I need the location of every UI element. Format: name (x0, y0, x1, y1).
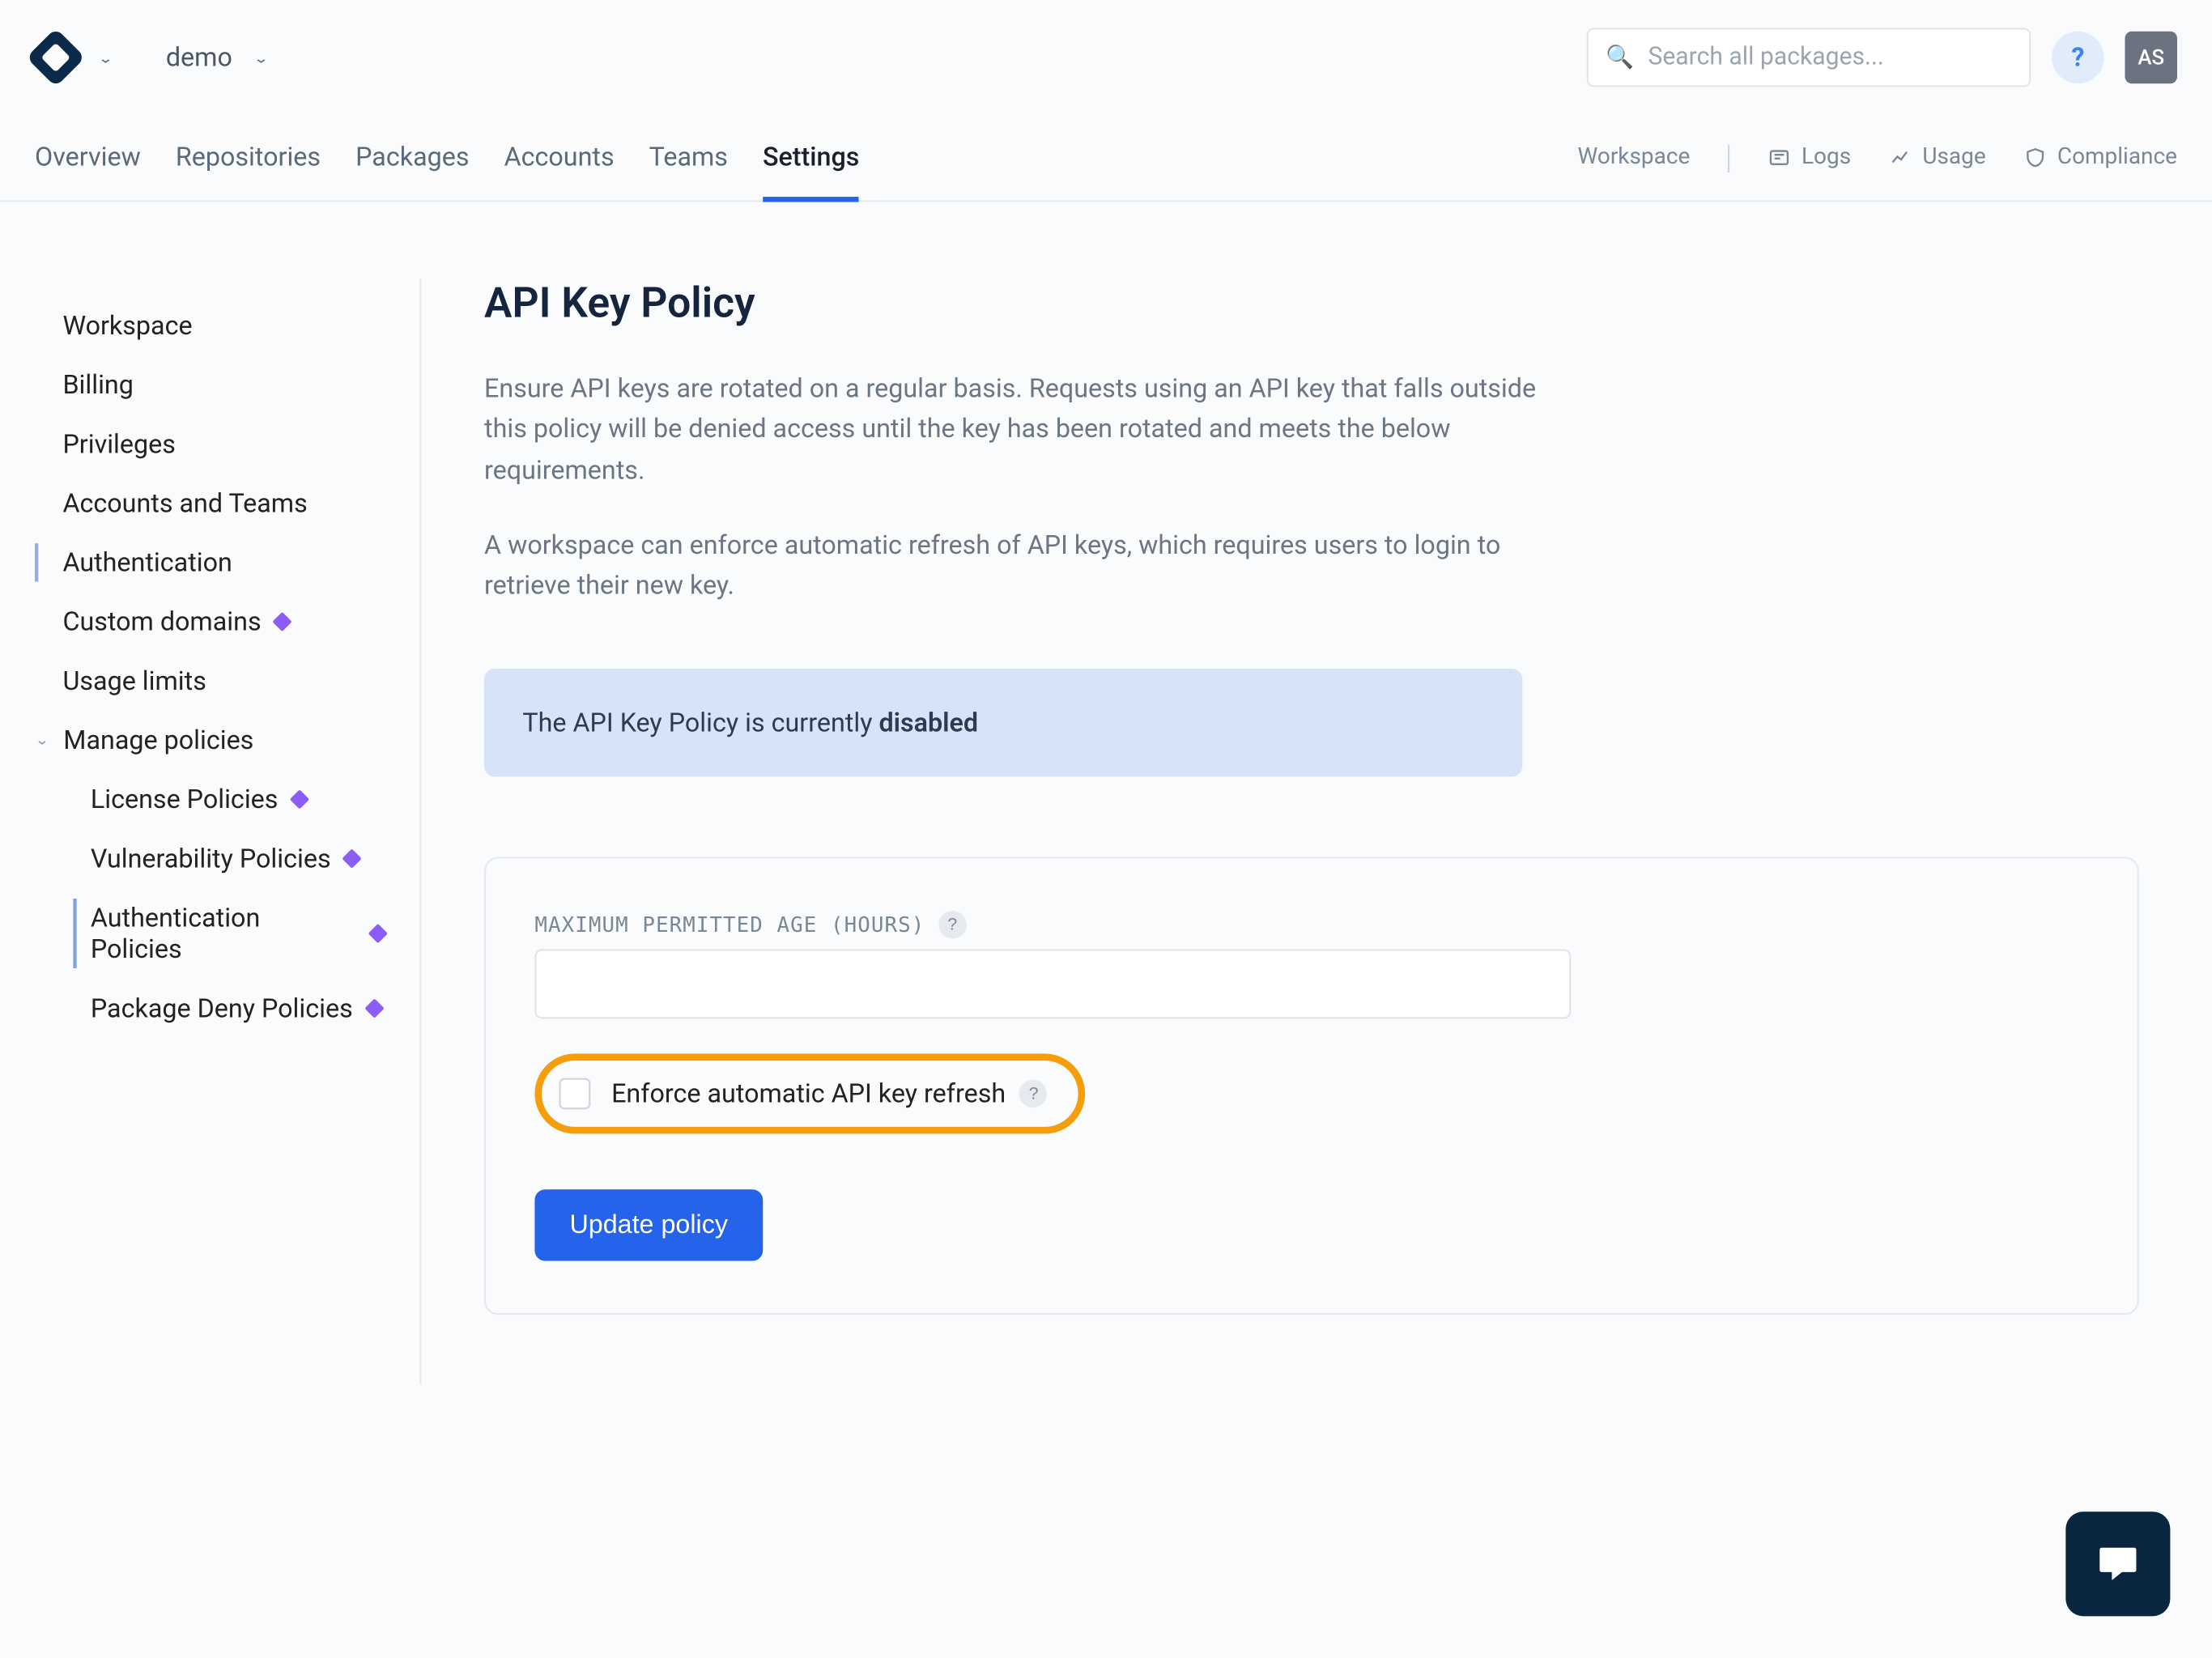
logs-icon (1768, 147, 1791, 169)
enforce-refresh-checkbox[interactable] (559, 1078, 591, 1110)
nav-settings[interactable]: Settings (763, 116, 859, 201)
chevron-down-icon: ⌄ (35, 733, 49, 748)
workspace-label: demo (166, 42, 232, 74)
help-icon[interactable]: ? (1019, 1080, 1047, 1107)
premium-icon (364, 998, 383, 1018)
sidebar-custom-domains[interactable]: Custom domains (62, 592, 385, 651)
checkbox-label: Enforce automatic API key refresh (611, 1078, 1006, 1110)
sidebar-authentication[interactable]: Authentication (62, 533, 385, 592)
topbar: ⌄ demo ⌄ 🔍 Search all packages... ? AS (0, 0, 2212, 115)
separator (1729, 143, 1730, 171)
page-title: API Key Policy (484, 278, 2142, 327)
premium-icon (368, 924, 388, 943)
chat-icon (2094, 1540, 2142, 1588)
sidebar-license-policies[interactable]: License Policies (91, 770, 385, 829)
sidebar-billing[interactable]: Billing (62, 355, 385, 414)
help-button[interactable]: ? (2052, 32, 2104, 84)
search-icon: 🔍 (1606, 45, 1634, 70)
nav-overview[interactable]: Overview (35, 116, 141, 199)
nav-usage[interactable]: Usage (1889, 145, 1985, 171)
policy-form: MAXIMUM PERMITTED AGE (HOURS) ? Enforce … (484, 857, 2139, 1316)
nav-repositories[interactable]: Repositories (176, 116, 321, 199)
workspace-indicator: Workspace (1577, 145, 1690, 171)
enforce-refresh-row[interactable]: Enforce automatic API key refresh ? (534, 1054, 1086, 1134)
main-nav: Overview Repositories Packages Accounts … (0, 115, 2212, 202)
alert-status: disabled (878, 708, 978, 739)
help-icon[interactable]: ? (939, 912, 967, 939)
nav-accounts[interactable]: Accounts (504, 116, 615, 199)
alert-text: The API Key Policy is currently (522, 708, 878, 739)
chevron-down-icon: ⌄ (253, 49, 270, 66)
settings-sidebar: Workspace Billing Privileges Accounts an… (0, 278, 422, 1385)
workspace-dropdown[interactable]: demo ⌄ (166, 42, 270, 74)
sidebar-authentication-policies[interactable]: Authentication Policies (91, 888, 385, 979)
sidebar-vulnerability-policies[interactable]: Vulnerability Policies (91, 829, 385, 888)
chat-button[interactable] (2065, 1511, 2170, 1616)
sidebar-usage-limits[interactable]: Usage limits (62, 652, 385, 711)
logo-icon (26, 28, 85, 87)
premium-icon (289, 789, 308, 809)
chevron-down-icon: ⌄ (97, 49, 113, 66)
update-policy-button[interactable]: Update policy (534, 1190, 763, 1261)
sidebar-workspace[interactable]: Workspace (62, 296, 385, 355)
search-placeholder: Search all packages... (1648, 44, 1883, 71)
nav-compliance[interactable]: Compliance (2024, 145, 2177, 171)
sidebar-manage-policies[interactable]: ⌄ Manage policies (35, 711, 385, 770)
chart-icon (1889, 147, 1912, 169)
nav-logs[interactable]: Logs (1768, 145, 1851, 171)
status-alert: The API Key Policy is currently disabled (484, 670, 1522, 777)
premium-icon (272, 612, 291, 631)
page-description-2: A workspace can enforce automatic refres… (484, 525, 1551, 606)
sidebar-privileges[interactable]: Privileges (62, 414, 385, 474)
nav-packages[interactable]: Packages (355, 116, 469, 199)
max-age-label: MAXIMUM PERMITTED AGE (HOURS) ? (534, 912, 2088, 939)
nav-teams[interactable]: Teams (649, 116, 728, 199)
main-panel: API Key Policy Ensure API keys are rotat… (422, 278, 2212, 1385)
logo-group[interactable]: ⌄ (35, 36, 113, 79)
premium-icon (342, 848, 361, 868)
shield-icon (2024, 147, 2047, 169)
avatar[interactable]: AS (2125, 32, 2177, 84)
search-input[interactable]: 🔍 Search all packages... (1587, 28, 2031, 87)
sidebar-package-deny-policies[interactable]: Package Deny Policies (91, 979, 385, 1038)
page-description-1: Ensure API keys are rotated on a regular… (484, 369, 1551, 491)
sidebar-accounts-teams[interactable]: Accounts and Teams (62, 474, 385, 533)
max-age-input[interactable] (534, 950, 1571, 1019)
